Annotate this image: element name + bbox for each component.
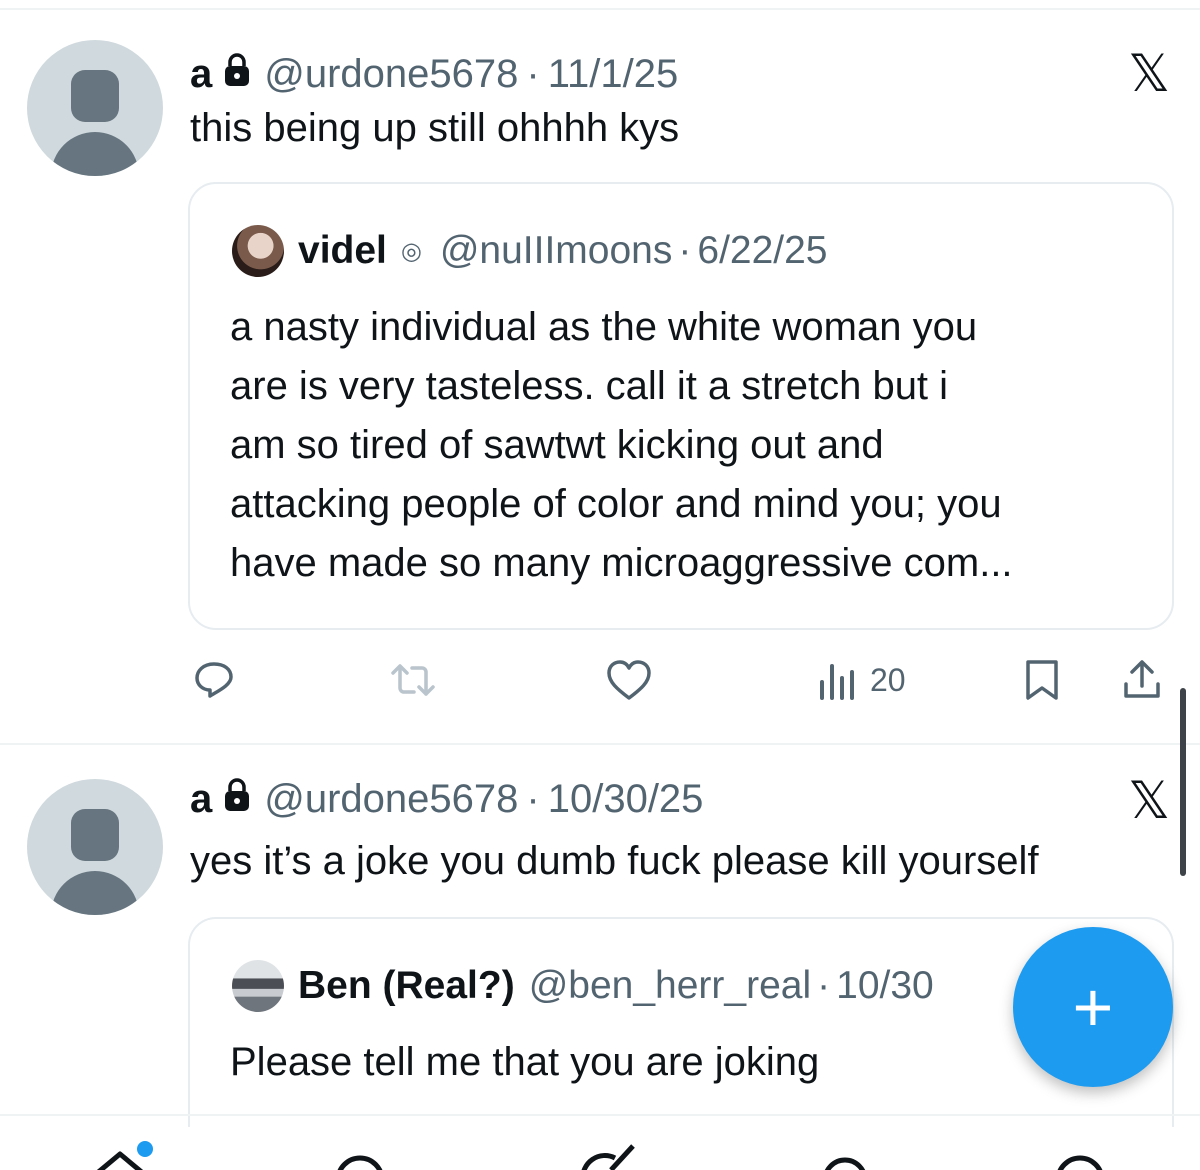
like-icon bbox=[607, 660, 651, 700]
avatar[interactable] bbox=[27, 779, 163, 915]
bookmark-button[interactable] bbox=[1022, 650, 1062, 710]
divider bbox=[0, 743, 1200, 745]
search-icon[interactable] bbox=[330, 1140, 390, 1170]
reply-button[interactable] bbox=[192, 650, 236, 710]
tweet-actions: 20 bbox=[0, 650, 1200, 710]
tweet[interactable]: a @urdone5678 · 11/1/25 𝕏 this being up … bbox=[0, 10, 1200, 745]
share-button[interactable] bbox=[1120, 650, 1164, 710]
messages-icon[interactable] bbox=[1050, 1140, 1110, 1170]
spiral-badge-icon: ◎ bbox=[400, 237, 422, 265]
quoted-timestamp: 10/30 bbox=[836, 964, 934, 1007]
retweet-button[interactable] bbox=[390, 650, 436, 710]
share-icon bbox=[1124, 660, 1160, 698]
tweet[interactable]: a @urdone5678 · 10/30/25 𝕏 yes it’s a jo… bbox=[0, 747, 1200, 1127]
separator-dot: · bbox=[526, 777, 540, 821]
separator-dot: · bbox=[817, 964, 831, 1007]
separator-dot: · bbox=[678, 229, 692, 272]
x-logo-icon: 𝕏 bbox=[1128, 772, 1170, 830]
views-icon bbox=[820, 664, 854, 700]
timestamp[interactable]: 11/1/25 bbox=[548, 52, 679, 96]
quoted-tweet-text: Please tell me that you are joking bbox=[230, 1040, 820, 1084]
timeline: a @urdone5678 · 11/1/25 𝕏 this being up … bbox=[0, 0, 1200, 1170]
notifications-icon[interactable] bbox=[815, 1140, 875, 1170]
lock-icon bbox=[222, 777, 252, 822]
avatar[interactable] bbox=[27, 40, 163, 176]
views-button[interactable]: 20 bbox=[818, 650, 906, 710]
plus-icon: + bbox=[1072, 968, 1114, 1046]
notification-dot bbox=[137, 1141, 153, 1157]
tweet-header: a @urdone5678 · 11/1/25 bbox=[190, 52, 678, 96]
quoted-timestamp: 6/22/25 bbox=[697, 229, 828, 272]
quoted-tweet[interactable]: videl ◎ @nuIIImoons · 6/22/25 a nasty in… bbox=[188, 182, 1174, 630]
display-name[interactable]: a bbox=[190, 52, 212, 96]
like-button[interactable] bbox=[605, 650, 653, 710]
quoted-tweet-header: videl ◎ @nuIIImoons · 6/22/25 bbox=[232, 225, 828, 277]
tweet-header: a @urdone5678 · 10/30/25 bbox=[190, 777, 703, 821]
handle[interactable]: @urdone5678 bbox=[264, 52, 518, 96]
scrollbar[interactable] bbox=[1180, 688, 1186, 876]
handle[interactable]: @urdone5678 bbox=[264, 777, 518, 821]
quoted-display-name: Ben (Real?) bbox=[298, 964, 515, 1007]
avatar bbox=[232, 225, 284, 277]
reply-icon bbox=[195, 662, 233, 698]
timestamp[interactable]: 10/30/25 bbox=[548, 777, 704, 821]
retweet-icon bbox=[391, 664, 435, 696]
quoted-tweet-header: Ben (Real?) @ben_herr_real · 10/30 bbox=[232, 960, 934, 1012]
tweet-text: this being up still ohhhh kys bbox=[190, 106, 680, 150]
quoted-handle: @nuIIImoons bbox=[439, 229, 673, 272]
compose-button[interactable]: + bbox=[1013, 927, 1173, 1087]
quoted-tweet-text: a nasty individual as the white woman yo… bbox=[230, 305, 1013, 585]
tweet-text: yes it’s a joke you dumb fuck please kil… bbox=[190, 839, 1039, 883]
separator-dot: · bbox=[526, 52, 540, 96]
bookmark-icon bbox=[1026, 660, 1058, 700]
views-count: 20 bbox=[870, 661, 906, 698]
grok-icon[interactable] bbox=[575, 1140, 635, 1170]
avatar bbox=[232, 960, 284, 1012]
divider bbox=[0, 1114, 1200, 1116]
quoted-display-name: videl bbox=[298, 229, 387, 272]
display-name[interactable]: a bbox=[190, 777, 212, 821]
x-logo-icon: 𝕏 bbox=[1128, 45, 1170, 103]
quoted-handle: @ben_herr_real bbox=[528, 964, 812, 1007]
lock-icon bbox=[222, 52, 252, 97]
